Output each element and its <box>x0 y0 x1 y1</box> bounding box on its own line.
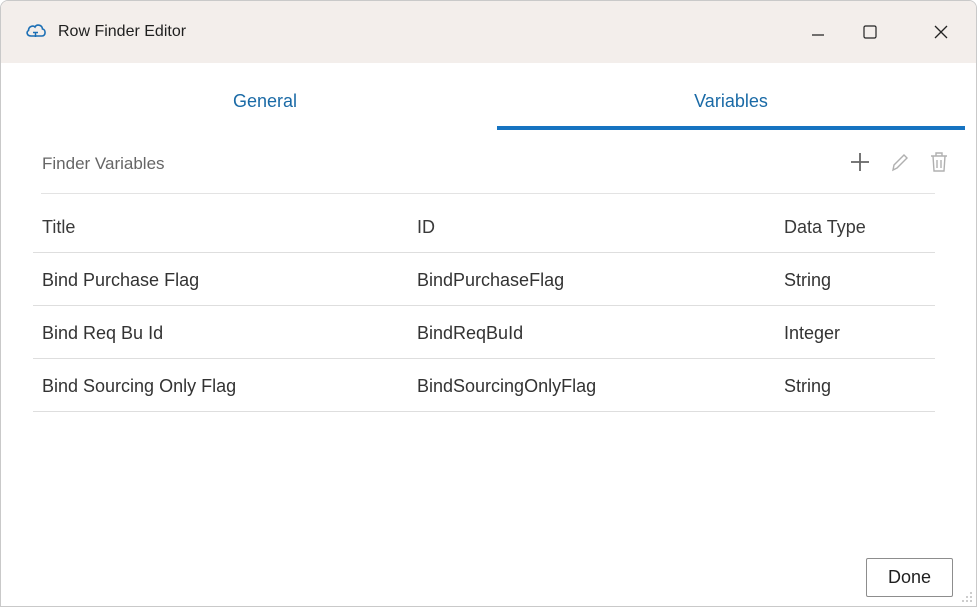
cell-title: Bind Req Bu Id <box>42 323 164 343</box>
cell-id: BindPurchaseFlag <box>417 270 565 290</box>
cell-title: Bind Purchase Flag <box>42 270 200 290</box>
window-title: Row Finder Editor <box>58 23 187 40</box>
variables-table: Title ID Data Type Bind Purchase Flag Bi… <box>33 201 935 412</box>
header-data-type[interactable]: Data Type <box>784 217 866 238</box>
cloud-icon <box>25 20 47 42</box>
table-row[interactable]: Bind Sourcing Only Flag BindSourcingOnly… <box>33 359 935 412</box>
row-finder-editor-window: Row Finder Editor General Variables Find… <box>0 0 977 607</box>
cell-id: BindReqBuId <box>417 323 524 343</box>
section-divider <box>41 193 935 194</box>
tab-variables[interactable]: Variables <box>497 91 965 112</box>
maximize-icon[interactable] <box>855 17 885 47</box>
table-row[interactable]: Bind Req Bu Id BindReqBuId Integer <box>33 306 935 359</box>
cell-data-type: String <box>784 376 832 396</box>
cell-data-type: Integer <box>784 323 841 343</box>
finder-variables-heading: Finder Variables <box>42 154 165 173</box>
edit-icon[interactable] <box>886 147 912 177</box>
resize-grip-icon[interactable] <box>960 590 974 604</box>
table-header: Title ID Data Type <box>33 201 935 253</box>
tab-general[interactable]: General <box>33 91 497 112</box>
title-bar: Row Finder Editor <box>1 1 976 63</box>
cell-id: BindSourcingOnlyFlag <box>417 376 597 396</box>
cell-data-type: String <box>784 270 832 290</box>
table-row[interactable]: Bind Purchase Flag BindPurchaseFlag Stri… <box>33 253 935 306</box>
close-icon[interactable] <box>926 17 956 47</box>
header-id[interactable]: ID <box>417 217 435 238</box>
active-tab-indicator <box>497 126 965 130</box>
delete-icon[interactable] <box>926 147 952 177</box>
tab-bar: General Variables <box>1 63 976 131</box>
add-icon[interactable] <box>847 147 873 177</box>
done-button[interactable]: Done <box>866 558 953 597</box>
header-title[interactable]: Title <box>42 217 75 238</box>
cell-title: Bind Sourcing Only Flag <box>42 376 237 396</box>
minimize-icon[interactable] <box>803 17 833 47</box>
